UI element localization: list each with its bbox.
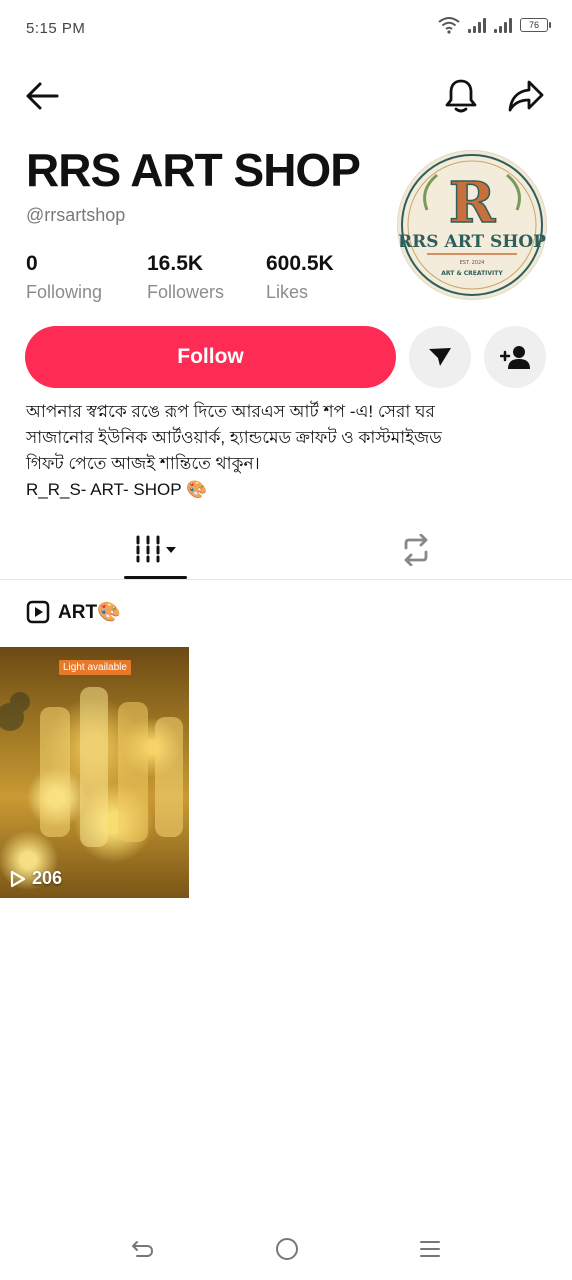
- avatar-monogram: R: [449, 170, 496, 236]
- share-arrow-icon: [508, 80, 544, 112]
- tab-videos[interactable]: [124, 528, 187, 568]
- system-menu-button[interactable]: [413, 1235, 447, 1263]
- home-circle-icon: [276, 1238, 298, 1260]
- follow-button[interactable]: Follow: [25, 326, 396, 388]
- back-button[interactable]: [22, 76, 62, 116]
- tab-reposts[interactable]: [395, 530, 437, 570]
- playlist-label: ART🎨: [58, 602, 121, 623]
- share-button[interactable]: [505, 76, 547, 116]
- back-gesture-icon: [132, 1241, 153, 1257]
- bio-line: সাজানোর ইউনিক আর্টওয়ার্ক, হ্যান্ডমেড ক্…: [26, 428, 442, 447]
- likes-label: Likes: [266, 282, 309, 302]
- playlist-item[interactable]: ART🎨: [26, 600, 121, 624]
- video-tag: Light available: [59, 660, 131, 675]
- followers-count: 16.5K: [147, 252, 204, 275]
- avatar-est: EST. 2024: [460, 260, 485, 266]
- stat-followers[interactable]: 16.5K Followers: [147, 252, 224, 303]
- stat-likes[interactable]: 600.5K Likes: [266, 252, 334, 303]
- signal-icon: [468, 17, 486, 33]
- video-view-count: 206: [10, 868, 62, 889]
- stat-following[interactable]: 0 Following: [26, 252, 102, 303]
- play-square-icon: [26, 600, 50, 624]
- avatar-title: RRS ART SHOP: [398, 232, 546, 252]
- bio-line: R_R_S- ART- SHOP 🎨: [26, 480, 208, 499]
- profile-handle: @rrsartshop: [26, 205, 126, 225]
- battery-icon: 76: [520, 18, 551, 32]
- add-friend-button[interactable]: [484, 326, 546, 388]
- signal-icon-2: [494, 17, 512, 33]
- shop-logo: R RRS ART SHOP EST. 2024 ART & CREATIVIT…: [398, 154, 546, 296]
- bell-icon: [445, 79, 477, 113]
- system-back-button[interactable]: [126, 1235, 160, 1263]
- following-label: Following: [26, 282, 103, 302]
- message-button[interactable]: [409, 326, 471, 388]
- tab-divider: [0, 579, 572, 580]
- view-count-text: 206: [32, 868, 63, 888]
- repost-icon: [404, 534, 428, 566]
- notifications-button[interactable]: [441, 76, 481, 116]
- avatar-tagline: ART & CREATIVITY: [441, 270, 503, 277]
- bio-line: গিফট পেতে আজই শান্তিতে থাকুন।: [26, 454, 260, 473]
- followers-label: Followers: [147, 282, 225, 302]
- play-icon: [10, 870, 26, 887]
- avatar[interactable]: R RRS ART SHOP EST. 2024 ART & CREATIVIT…: [397, 150, 547, 300]
- following-count: 0: [26, 252, 38, 275]
- bottles-illustration: [0, 687, 183, 847]
- add-user-icon: [500, 346, 530, 369]
- status-time: 5:15 PM: [26, 20, 86, 37]
- status-icons: 76: [438, 16, 551, 34]
- bio: আপনার স্বপ্নকে রঙে রূপ দিতে আরএস আর্ট শপ…: [26, 399, 546, 503]
- arrow-left-icon: [26, 82, 59, 110]
- likes-count: 600.5K: [266, 252, 334, 275]
- send-message-icon: [429, 348, 451, 366]
- menu-lines-icon: [420, 1241, 440, 1257]
- wifi-icon: [438, 17, 460, 34]
- bio-line: আপনার স্বপ্নকে রঙে রূপ দিতে আরএস আর্ট শপ…: [26, 402, 435, 421]
- system-home-button[interactable]: [270, 1235, 304, 1263]
- video-thumbnail[interactable]: [0, 647, 189, 898]
- grid-videos-icon: [136, 535, 176, 563]
- profile-name: RRS ART SHOP: [26, 144, 361, 196]
